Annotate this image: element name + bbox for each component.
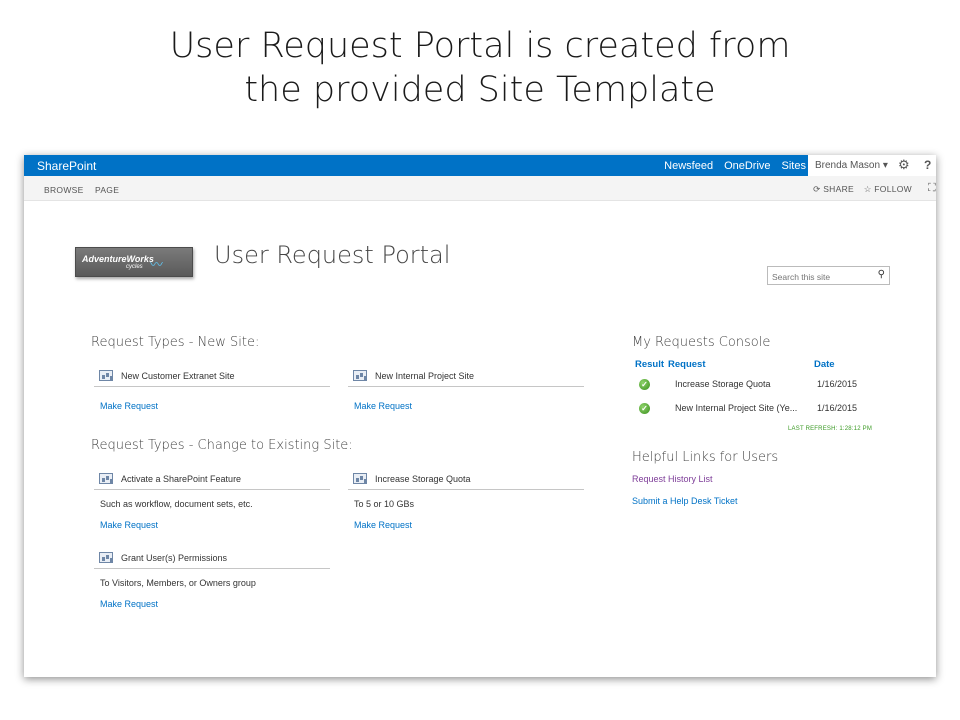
slide-title-line-1: User Request Portal is created from — [169, 26, 791, 66]
star-icon: ☆ — [863, 184, 872, 194]
slide-title-line-2: the provided Site Template — [244, 70, 716, 110]
request-card-increase-quota: Increase Storage Quota To 5 or 10 GBs Ma… — [348, 470, 584, 530]
new-site-heading: Request Types - New Site: — [91, 335, 260, 350]
focus-on-content-icon[interactable]: ⛶ — [928, 182, 936, 195]
console-heading: My Requests Console — [632, 335, 771, 350]
request-date: 1/16/2015 — [817, 379, 858, 389]
make-request-link[interactable]: Make Request — [94, 599, 330, 609]
site-template-icon — [353, 370, 367, 381]
follow-button[interactable]: ☆ FOLLOW — [864, 184, 912, 195]
request-card-internal-project: New Internal Project Site Make Request — [348, 367, 584, 411]
newsfeed-link[interactable]: Newsfeed — [664, 160, 713, 172]
logo-subtext: cycles — [126, 264, 143, 270]
card-label: New Internal Project Site — [375, 371, 475, 381]
request-card-grant-permissions: Grant User(s) Permissions To Visitors, M… — [94, 549, 330, 609]
col-result[interactable]: Result — [635, 359, 664, 370]
table-row: ✓ Increase Storage Quota 1/16/2015 — [632, 373, 882, 397]
change-site-heading: Request Types - Change to Existing Site: — [91, 438, 353, 453]
make-request-link[interactable]: Make Request — [348, 520, 584, 530]
make-request-link[interactable]: Make Request — [94, 520, 330, 530]
sites-link[interactable]: Sites — [782, 160, 806, 172]
search-input[interactable] — [768, 268, 868, 286]
onedrive-link[interactable]: OneDrive — [724, 160, 770, 172]
user-menu[interactable]: Brenda Mason ▾ — [815, 160, 888, 171]
site-template-icon — [99, 552, 113, 563]
user-area: Brenda Mason ▾ ⚙ ? — [808, 155, 936, 176]
gear-icon[interactable]: ⚙ — [898, 157, 910, 173]
request-card-customer-extranet: New Customer Extranet Site Make Request — [94, 367, 330, 411]
card-description: To 5 or 10 GBs — [354, 499, 415, 509]
make-request-link[interactable]: Make Request — [94, 401, 330, 411]
search-box: ⚲ — [767, 266, 890, 286]
sharepoint-brand-link[interactable]: SharePoint — [37, 159, 96, 173]
suite-links: Newsfeed OneDrive Sites — [664, 160, 806, 172]
site-logo[interactable]: AdventureWorks cycles 〰 — [75, 247, 193, 277]
site-title[interactable]: User Request Portal — [214, 241, 450, 269]
card-label: Grant User(s) Permissions — [121, 553, 228, 563]
site-template-icon — [99, 473, 113, 484]
suite-bar: SharePoint Newsfeed OneDrive Sites Brend… — [24, 155, 936, 176]
col-date[interactable]: Date — [814, 359, 835, 370]
make-request-link[interactable]: Make Request — [348, 401, 584, 411]
share-button[interactable]: ⟳ SHARE — [813, 184, 854, 195]
col-request[interactable]: Request — [668, 359, 705, 370]
last-refresh-status: LAST REFRESH: 1:28:12 PM — [788, 426, 873, 432]
logo-swoosh-icon: 〰 — [150, 257, 164, 272]
success-check-icon: ✓ — [639, 403, 650, 414]
tab-browse[interactable]: BROWSE — [44, 185, 84, 195]
card-label: Activate a SharePoint Feature — [121, 474, 242, 484]
logo-text: AdventureWorks — [82, 254, 154, 264]
helpful-links-heading: Helpful Links for Users — [632, 450, 779, 465]
share-label: SHARE — [823, 184, 854, 194]
card-label: Increase Storage Quota — [375, 474, 471, 484]
request-date: 1/16/2015 — [817, 403, 858, 413]
site-template-icon — [99, 370, 113, 381]
card-label: New Customer Extranet Site — [121, 371, 235, 381]
search-icon[interactable]: ⚲ — [878, 269, 885, 280]
help-icon[interactable]: ? — [924, 158, 931, 172]
request-card-activate-feature: Activate a SharePoint Feature Such as wo… — [94, 470, 330, 530]
tab-page[interactable]: PAGE — [95, 185, 119, 195]
request-name[interactable]: Increase Storage Quota — [675, 379, 771, 389]
site-template-icon — [353, 473, 367, 484]
sharepoint-screenshot: SharePoint Newsfeed OneDrive Sites Brend… — [24, 155, 936, 677]
ribbon: BROWSE PAGE ⟳ SHARE ☆ FOLLOW ⛶ — [24, 176, 936, 201]
help-desk-ticket-link[interactable]: Submit a Help Desk Ticket — [632, 496, 738, 506]
requests-table: Result Request Date ✓ Increase Storage Q… — [632, 359, 882, 421]
slide-title: User Request Portal is created from the … — [0, 24, 960, 112]
card-description: Such as workflow, document sets, etc. — [100, 499, 253, 509]
table-header: Result Request Date — [632, 359, 882, 373]
success-check-icon: ✓ — [639, 379, 650, 390]
request-name[interactable]: New Internal Project Site (Ye... — [675, 403, 797, 413]
share-icon: ⟳ — [813, 184, 821, 194]
card-description: To Visitors, Members, or Owners group — [100, 578, 256, 588]
table-row: ✓ New Internal Project Site (Ye... 1/16/… — [632, 397, 882, 421]
request-history-link[interactable]: Request History List — [632, 474, 713, 484]
follow-label: FOLLOW — [874, 184, 912, 194]
